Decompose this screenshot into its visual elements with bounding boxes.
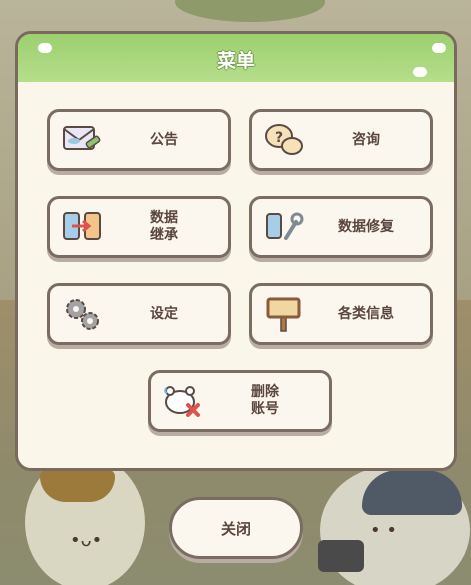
info-label: 各类信息 bbox=[338, 305, 394, 322]
panel-title: 菜单 bbox=[216, 50, 255, 72]
settings-button[interactable]: 设定 bbox=[47, 283, 231, 345]
svg-text:?: ? bbox=[275, 130, 283, 146]
delete-account-button[interactable]: 删除 账号 bbox=[148, 370, 332, 432]
phone-transfer-icon bbox=[63, 212, 101, 240]
data-transfer-button[interactable]: 数据 继承 bbox=[47, 196, 231, 258]
data-transfer-label: 数据 继承 bbox=[150, 210, 178, 243]
background-face-left: •ᴗ• bbox=[70, 530, 103, 551]
info-button[interactable]: 各类信息 bbox=[249, 283, 433, 345]
signboard-icon bbox=[266, 297, 301, 332]
data-repair-button[interactable]: 数据修复 bbox=[249, 196, 433, 258]
account-delete-icon bbox=[164, 386, 200, 417]
gears-icon bbox=[66, 299, 99, 330]
background-camera bbox=[318, 540, 364, 572]
background-hat-right bbox=[362, 470, 462, 515]
panel-header: 菜单 bbox=[18, 34, 454, 82]
settings-label: 设定 bbox=[150, 305, 178, 322]
delete-account-label: 删除 账号 bbox=[251, 384, 279, 417]
background-face-right: • • bbox=[370, 520, 397, 541]
inquiry-label: 咨询 bbox=[352, 131, 380, 148]
menu-panel: 菜单 公告 ? 咨询 数据 继承 数据修复 设定 各类信息 删除 账号 bbox=[15, 31, 457, 471]
envelope-pencil-icon bbox=[63, 126, 101, 150]
menu-grid: 公告 ? 咨询 数据 继承 数据修复 设定 各类信息 删除 账号 bbox=[30, 94, 442, 458]
question-bubble-icon: ? bbox=[265, 124, 303, 155]
notice-label: 公告 bbox=[150, 131, 178, 148]
inquiry-button[interactable]: ? 咨询 bbox=[249, 109, 433, 171]
phone-wrench-icon bbox=[266, 212, 304, 240]
background-hat-left bbox=[40, 470, 115, 502]
notice-button[interactable]: 公告 bbox=[47, 109, 231, 171]
close-button[interactable]: 关闭 bbox=[169, 497, 303, 559]
data-repair-label: 数据修复 bbox=[338, 218, 394, 235]
